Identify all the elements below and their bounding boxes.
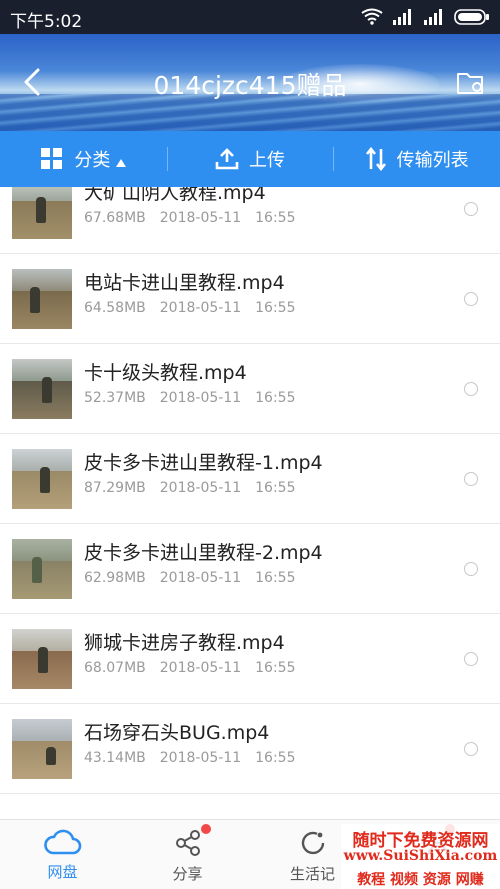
select-radio[interactable]: [464, 742, 478, 756]
file-date: 2018-05-11: [159, 390, 242, 406]
file-date: 2018-05-11: [159, 570, 242, 586]
nav-label: 分享: [172, 865, 203, 883]
video-thumbnail: [12, 719, 72, 779]
video-thumbnail: [12, 539, 72, 599]
nav-netdisk[interactable]: 网盘: [0, 820, 125, 889]
grid-icon: [41, 148, 63, 169]
file-row[interactable]: 卡十级头教程.mp4 52.37MB 2018-05-11 16:55: [0, 344, 500, 434]
nav-label: 生活记: [289, 865, 335, 883]
file-time: 16:55: [255, 570, 296, 586]
transfer-label: 传输列表: [396, 150, 469, 171]
file-row[interactable]: 皮卡多卡进山里教程-2.mp4 62.98MB 2018-05-11 16:55: [0, 524, 500, 614]
file-meta: 52.37MB 2018-05-11 16:55: [84, 390, 296, 406]
file-name: 石场穿石头BUG.mp4: [84, 722, 270, 744]
file-size: 43.14MB: [84, 750, 146, 766]
watermark-line: 教程 视频 资源 网赚: [357, 872, 484, 888]
file-size: 87.29MB: [84, 480, 146, 496]
select-radio[interactable]: [464, 382, 478, 396]
file-size: 52.37MB: [84, 390, 146, 406]
caret-icon: [116, 159, 127, 167]
file-date: 2018-05-11: [159, 210, 242, 226]
file-row[interactable]: 石场穿石头BUG.mp4 43.14MB 2018-05-11 16:55: [0, 704, 500, 794]
file-size: 67.68MB: [84, 210, 146, 226]
file-row[interactable]: 皮卡多卡进山里教程-1.mp4 87.29MB 2018-05-11 16:55: [0, 434, 500, 524]
status-icons: [361, 8, 490, 25]
file-meta: 62.98MB 2018-05-11 16:55: [84, 570, 296, 586]
file-time: 16:55: [255, 210, 296, 226]
classify-button[interactable]: 分类: [0, 131, 167, 187]
upload-button[interactable]: 上传: [166, 131, 334, 187]
file-time: 16:55: [255, 480, 296, 496]
file-row[interactable]: 大矿山阴人教程.mp4 67.68MB 2018-05-11 16:55: [0, 187, 500, 254]
file-name: 狮城卡进房子教程.mp4: [84, 632, 285, 654]
file-size: 62.98MB: [84, 570, 146, 586]
file-date: 2018-05-11: [159, 480, 242, 496]
page-title: 014cjzc415赠品: [153, 71, 347, 100]
file-size: 68.07MB: [84, 660, 146, 676]
file-name: 卡十级头教程.mp4: [84, 362, 247, 384]
transfer-list-button[interactable]: 传输列表: [333, 131, 500, 187]
file-time: 16:55: [255, 660, 296, 676]
video-thumbnail: [12, 269, 72, 329]
status-time: 下午5:02: [10, 12, 83, 32]
upload-icon: [215, 148, 239, 170]
nav-share[interactable]: 分享: [125, 820, 250, 889]
select-radio[interactable]: [464, 562, 478, 576]
file-name: 皮卡多卡进山里教程-2.mp4: [84, 542, 323, 564]
file-row[interactable]: 狮城卡进房子教程.mp4 68.07MB 2018-05-11 16:55: [0, 614, 500, 704]
file-date: 2018-05-11: [159, 660, 242, 676]
classify-label: 分类: [74, 150, 111, 171]
header: 014cjzc415赠品: [0, 34, 500, 131]
folder-settings-button[interactable]: [454, 66, 488, 100]
cloud-icon: [43, 829, 81, 855]
file-name: 大矿山阴人教程.mp4: [84, 187, 266, 204]
file-name: 皮卡多卡进山里教程-1.mp4: [84, 452, 323, 474]
watermark: 随时下免费资源网 www.SuiShiXia.com 教程 视频 资源 网赚: [341, 824, 500, 889]
video-thumbnail: [12, 187, 72, 239]
select-radio[interactable]: [464, 202, 478, 216]
file-time: 16:55: [255, 750, 296, 766]
toolbar: 分类 上传 传输列表: [0, 131, 500, 187]
select-radio[interactable]: [464, 652, 478, 666]
file-row[interactable]: 电站卡进山里教程.mp4 64.58MB 2018-05-11 16:55: [0, 254, 500, 344]
file-date: 2018-05-11: [159, 300, 242, 316]
file-meta: 67.68MB 2018-05-11 16:55: [84, 210, 296, 226]
signal-icon: [393, 8, 411, 25]
select-radio[interactable]: [464, 292, 478, 306]
video-thumbnail: [12, 449, 72, 509]
file-list: 大矿山阴人教程.mp4 67.68MB 2018-05-11 16:55 电站卡进山…: [0, 187, 500, 819]
video-thumbnail: [12, 629, 72, 689]
file-meta: 68.07MB 2018-05-11 16:55: [84, 660, 296, 676]
file-size: 64.58MB: [84, 300, 146, 316]
watermark-url: www.SuiShiXia.com: [343, 848, 498, 864]
video-thumbnail: [12, 359, 72, 419]
wifi-icon: [361, 8, 383, 25]
signal-icon-2: [424, 8, 442, 25]
share-icon: [175, 830, 200, 856]
select-radio[interactable]: [464, 472, 478, 486]
file-meta: 87.29MB 2018-05-11 16:55: [84, 480, 296, 496]
file-time: 16:55: [255, 390, 296, 406]
status-bar: 下午5:02: [0, 0, 500, 34]
file-time: 16:55: [255, 300, 296, 316]
nav-label: 网盘: [47, 863, 78, 881]
battery-icon: [454, 8, 489, 25]
file-meta: 43.14MB 2018-05-11 16:55: [84, 750, 296, 766]
file-meta: 64.58MB 2018-05-11 16:55: [84, 300, 296, 316]
notification-dot: [201, 824, 211, 834]
refresh-icon: [301, 831, 324, 855]
upload-label: 上传: [249, 150, 285, 171]
folder-settings-icon: [457, 73, 483, 94]
file-name: 电站卡进山里教程.mp4: [84, 272, 285, 294]
transfer-icon: [365, 147, 386, 171]
file-date: 2018-05-11: [159, 750, 242, 766]
